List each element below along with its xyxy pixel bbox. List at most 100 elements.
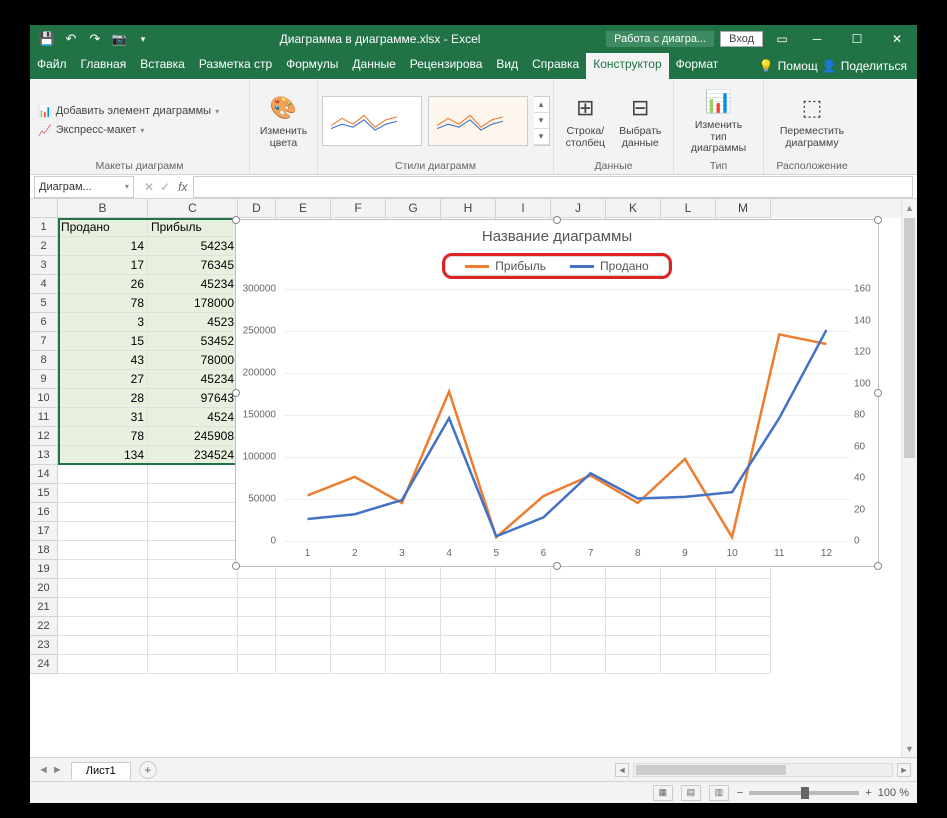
close-button[interactable]: ✕ <box>877 25 917 53</box>
row-header[interactable]: 17 <box>30 522 58 541</box>
cell[interactable] <box>551 579 606 598</box>
tab-формат[interactable]: Формат <box>669 53 726 79</box>
cell[interactable] <box>148 560 238 579</box>
cell[interactable] <box>331 655 386 674</box>
tab-вставка[interactable]: Вставка <box>133 53 192 79</box>
col-header[interactable]: I <box>496 199 551 218</box>
row-header[interactable]: 21 <box>30 598 58 617</box>
cell[interactable] <box>58 617 148 636</box>
cell[interactable] <box>661 636 716 655</box>
chart-legend[interactable]: Прибыль Продано <box>236 249 878 283</box>
cell[interactable] <box>148 465 238 484</box>
zoom-handle[interactable] <box>801 787 809 799</box>
page-layout-view-button[interactable]: ▤ <box>681 785 701 801</box>
row-header[interactable]: 22 <box>30 617 58 636</box>
cell[interactable] <box>496 598 551 617</box>
tab-данные[interactable]: Данные <box>345 53 402 79</box>
row-header[interactable]: 11 <box>30 408 58 427</box>
row-header[interactable]: 24 <box>30 655 58 674</box>
cell[interactable] <box>58 503 148 522</box>
col-header[interactable]: E <box>276 199 331 218</box>
scroll-up-icon[interactable]: ▲ <box>902 200 917 216</box>
camera-icon[interactable]: 📷 <box>108 28 130 50</box>
cell[interactable]: 4523 <box>148 313 238 332</box>
col-header[interactable]: F <box>331 199 386 218</box>
cell[interactable] <box>386 636 441 655</box>
cell[interactable] <box>661 598 716 617</box>
cell[interactable]: 45234 <box>148 370 238 389</box>
cell[interactable] <box>386 598 441 617</box>
select-all-corner[interactable] <box>30 199 58 218</box>
col-header[interactable]: C <box>148 199 238 218</box>
resize-handle[interactable] <box>874 562 882 570</box>
vertical-scrollbar[interactable]: ▲ ▼ <box>901 200 917 757</box>
add-sheet-button[interactable]: + <box>139 761 157 779</box>
cell[interactable] <box>276 655 331 674</box>
col-header[interactable]: M <box>716 199 771 218</box>
cell[interactable] <box>238 636 276 655</box>
cell[interactable]: 245908 <box>148 427 238 446</box>
normal-view-button[interactable]: ▦ <box>653 785 673 801</box>
cell[interactable]: 26 <box>58 275 148 294</box>
cell[interactable] <box>441 655 496 674</box>
scroll-thumb[interactable] <box>636 765 786 775</box>
row-header[interactable]: 18 <box>30 541 58 560</box>
cell[interactable] <box>496 617 551 636</box>
cell[interactable] <box>276 598 331 617</box>
cell[interactable] <box>716 579 771 598</box>
col-header[interactable]: J <box>551 199 606 218</box>
cell[interactable] <box>276 617 331 636</box>
cell[interactable]: Прибыль <box>148 218 238 237</box>
cell[interactable] <box>238 617 276 636</box>
cell[interactable]: 78 <box>58 294 148 313</box>
cell[interactable] <box>331 598 386 617</box>
row-header[interactable]: 16 <box>30 503 58 522</box>
tab-справка[interactable]: Справка <box>525 53 586 79</box>
chart-title[interactable]: Название диаграммы <box>236 220 878 249</box>
cell[interactable] <box>661 579 716 598</box>
col-header[interactable]: B <box>58 199 148 218</box>
tab-разметка стр[interactable]: Разметка стр <box>192 53 279 79</box>
row-header[interactable]: 2 <box>30 237 58 256</box>
row-header[interactable]: 23 <box>30 636 58 655</box>
cell[interactable] <box>551 655 606 674</box>
cell[interactable] <box>331 617 386 636</box>
zoom-slider[interactable] <box>749 791 859 795</box>
row-header[interactable]: 3 <box>30 256 58 275</box>
cell[interactable] <box>148 617 238 636</box>
cell[interactable] <box>331 636 386 655</box>
cell[interactable] <box>496 655 551 674</box>
cell[interactable]: 31 <box>58 408 148 427</box>
tab-формулы[interactable]: Формулы <box>279 53 345 79</box>
chart-style-1[interactable] <box>322 96 422 146</box>
formula-input[interactable] <box>193 176 913 198</box>
cell[interactable]: 15 <box>58 332 148 351</box>
cell[interactable] <box>551 598 606 617</box>
cell[interactable]: 78 <box>58 427 148 446</box>
cell[interactable] <box>148 598 238 617</box>
add-chart-element-button[interactable]: 📊Добавить элемент диаграммы▾ <box>38 105 219 118</box>
cell[interactable] <box>58 579 148 598</box>
cell[interactable] <box>148 522 238 541</box>
row-header[interactable]: 14 <box>30 465 58 484</box>
cell[interactable] <box>606 617 661 636</box>
cell[interactable] <box>386 655 441 674</box>
save-icon[interactable]: 💾 <box>36 28 58 50</box>
resize-handle[interactable] <box>232 389 240 397</box>
row-header[interactable]: 13 <box>30 446 58 465</box>
row-header[interactable]: 6 <box>30 313 58 332</box>
cell[interactable] <box>496 636 551 655</box>
zoom-control[interactable]: − + 100 % <box>737 787 909 799</box>
cell[interactable] <box>716 636 771 655</box>
cell[interactable] <box>58 636 148 655</box>
tab-вид[interactable]: Вид <box>489 53 525 79</box>
tab-файл[interactable]: Файл <box>30 53 74 79</box>
move-chart-button[interactable]: ⬚Переместить диаграмму <box>772 90 852 151</box>
cell[interactable] <box>148 579 238 598</box>
cell[interactable]: 76345 <box>148 256 238 275</box>
cell[interactable]: 3 <box>58 313 148 332</box>
row-header[interactable]: 7 <box>30 332 58 351</box>
redo-icon[interactable]: ↷ <box>84 28 106 50</box>
cell[interactable]: 78000 <box>148 351 238 370</box>
cell[interactable] <box>276 579 331 598</box>
